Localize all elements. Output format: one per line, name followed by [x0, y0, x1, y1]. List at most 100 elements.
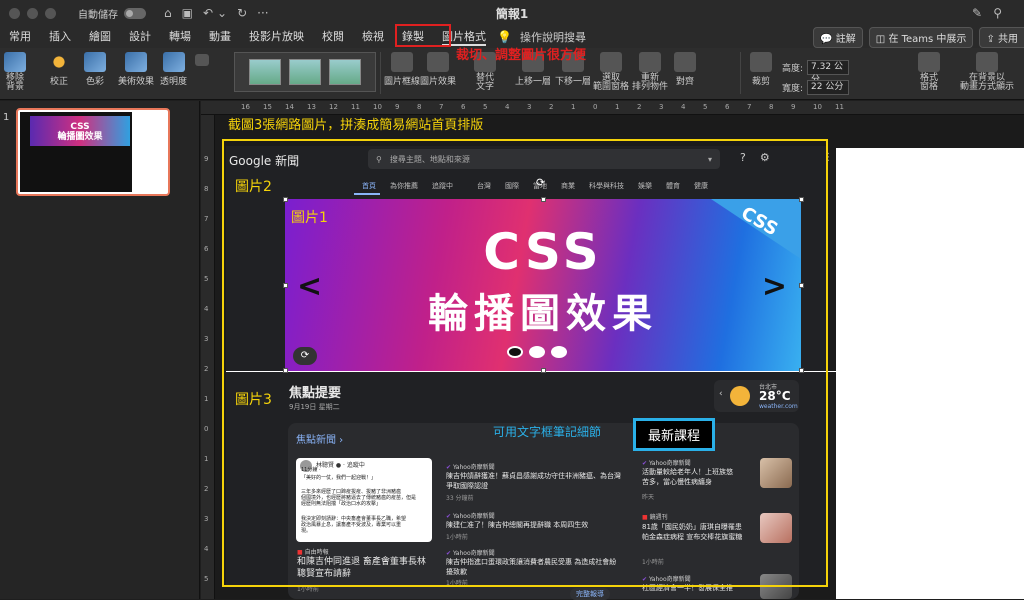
tell-me-search[interactable]: 操作說明搜尋: [520, 29, 586, 45]
thumbnail-title: CSS 輪播圖效果: [30, 122, 130, 142]
ruler-tick-label: 2: [204, 485, 209, 493]
border-label: 圖片框線: [384, 77, 421, 87]
corrections-label: 校正: [49, 77, 68, 87]
autosave-toggle[interactable]: [124, 7, 146, 19]
tab-transitions[interactable]: 轉場: [160, 26, 200, 48]
rearrange-icon: [639, 52, 661, 72]
ruler-tick-label: 11: [351, 103, 360, 111]
teams-present-button[interactable]: ◫ 在 Teams 中展示: [868, 26, 974, 48]
thumbnail-title-line1: CSS: [70, 122, 90, 132]
tab-review[interactable]: 校閱: [313, 26, 353, 48]
ruler-tick-label: 11: [835, 103, 844, 111]
tab-home[interactable]: 常用: [0, 26, 40, 48]
remove-background-button[interactable]: 移除 背景: [4, 52, 26, 92]
effects-label: 圖片效果: [420, 77, 457, 87]
tab-design[interactable]: 設計: [120, 26, 160, 48]
picture-border-button[interactable]: 圖片框線: [384, 52, 420, 87]
transparency-icon: [162, 52, 185, 72]
tab-slideshow[interactable]: 投影片放映: [240, 26, 313, 48]
chevron-down-icon[interactable]: ⌄: [217, 6, 227, 20]
style-thumb[interactable]: [289, 59, 321, 85]
pen-border-icon: [391, 52, 413, 72]
ruler-tick-label: 3: [659, 103, 664, 111]
undo-icon[interactable]: ↶: [203, 6, 213, 20]
ruler-tick-label: 10: [813, 103, 822, 111]
rearrange-label: 重新 排列物件: [632, 73, 669, 92]
ruler-tick-label: 14: [285, 103, 294, 111]
sun-icon: [48, 52, 70, 72]
crop-label: 裁剪: [751, 77, 770, 87]
title-bar: 自動儲存 ⌂ ▣ ↶ ⌄ ↻ ··· 簡報1 ✎ ⚲: [0, 0, 1024, 26]
slide-thumbnail[interactable]: CSS 輪播圖效果: [16, 108, 170, 196]
document-title: 簡報1: [495, 6, 529, 21]
close-window-button[interactable]: [9, 7, 20, 19]
animate-bg-icon: [976, 52, 998, 72]
picture-styles-gallery[interactable]: [234, 52, 376, 92]
width-input[interactable]: 22 公分: [807, 80, 850, 95]
ruler-tick-label: 13: [307, 103, 316, 111]
teams-label: 在 Teams 中展示: [888, 33, 967, 45]
ruler-tick-label: 6: [725, 103, 730, 111]
selection-pane-button[interactable]: 選取 範圍窗格: [593, 52, 629, 92]
tab-draw[interactable]: 繪圖: [80, 26, 120, 48]
ruler-tick-label: 2: [637, 103, 642, 111]
alt-text-label: 替代 文字: [475, 73, 494, 92]
color-button[interactable]: 色彩: [84, 52, 106, 87]
tab-view[interactable]: 檢視: [353, 26, 393, 48]
compress-icon: [195, 54, 209, 66]
ruler-tick-label: 1: [204, 455, 209, 463]
pen-icon[interactable]: ✎: [972, 6, 982, 20]
ruler-tick-label: 4: [204, 305, 209, 313]
compress-button[interactable]: [195, 54, 209, 68]
rearrange-button[interactable]: 重新 排列物件: [632, 52, 668, 92]
home-icon[interactable]: ⌂: [164, 6, 172, 20]
lightbulb-icon: 💡: [497, 30, 512, 44]
ruler-tick-label: 10: [373, 103, 382, 111]
effects-icon: [427, 52, 449, 72]
animate-background-button[interactable]: 在背景以 動畫方式顯示: [960, 52, 1014, 92]
window-controls[interactable]: [9, 7, 56, 19]
minimize-window-button[interactable]: [27, 7, 38, 19]
zoom-window-button[interactable]: [45, 7, 56, 19]
format-pane-icon: [918, 52, 940, 72]
ruler-tick-label: 2: [204, 365, 209, 373]
ruler-tick-label: 2: [549, 103, 554, 111]
slide-caption[interactable]: 截圖3張網路圖片，拼湊成簡易網站首頁排版: [228, 114, 483, 133]
align-button[interactable]: 對齊: [674, 52, 696, 87]
ruler-tick-label: 5: [204, 275, 209, 283]
ruler-tick-label: 0: [204, 425, 209, 433]
transparency-button[interactable]: 透明度: [160, 52, 187, 87]
artistic-effects-button[interactable]: 美術效果: [118, 52, 154, 87]
tab-highlight-box: [395, 24, 451, 47]
format-pane-button[interactable]: 格式 窗格: [918, 52, 940, 92]
height-label: 高度:: [782, 64, 804, 74]
ruler-tick-label: 7: [747, 103, 752, 111]
ruler-tick-label: 5: [703, 103, 708, 111]
search-icon[interactable]: ⚲: [993, 6, 1002, 20]
picture-effects-button[interactable]: 圖片效果: [420, 52, 456, 87]
tab-animations[interactable]: 動畫: [200, 26, 240, 48]
style-thumb[interactable]: [329, 59, 361, 85]
artistic-label: 美術效果: [118, 77, 155, 87]
share-button[interactable]: ⇪ 共用: [979, 26, 1024, 48]
ruler-tick-label: 4: [204, 545, 209, 553]
thumbnail-title-line2: 輪播圖效果: [57, 132, 103, 142]
slide-number: 1: [3, 112, 10, 123]
ruler-tick-label: 8: [417, 103, 422, 111]
ruler-tick-label: 16: [241, 103, 250, 111]
ruler-tick-label: 9: [791, 103, 796, 111]
ruler-tick-label: 3: [204, 335, 209, 343]
style-thumb[interactable]: [249, 59, 281, 85]
corrections-button[interactable]: 校正: [48, 52, 70, 87]
crop-button[interactable]: 裁剪: [750, 52, 772, 87]
comment-button[interactable]: 💬 註解: [813, 26, 863, 48]
divider: [380, 52, 381, 94]
height-input[interactable]: 7.32 公分: [807, 60, 850, 85]
more-icon[interactable]: ···: [257, 6, 268, 20]
tab-insert[interactable]: 插入: [40, 26, 80, 48]
save-icon[interactable]: ▣: [182, 6, 193, 20]
redo-icon[interactable]: ↻: [237, 6, 247, 20]
send-backward-label: 下移一層: [555, 77, 592, 87]
ruler-tick-label: 9: [395, 103, 400, 111]
ruler-tick-label: 7: [439, 103, 444, 111]
